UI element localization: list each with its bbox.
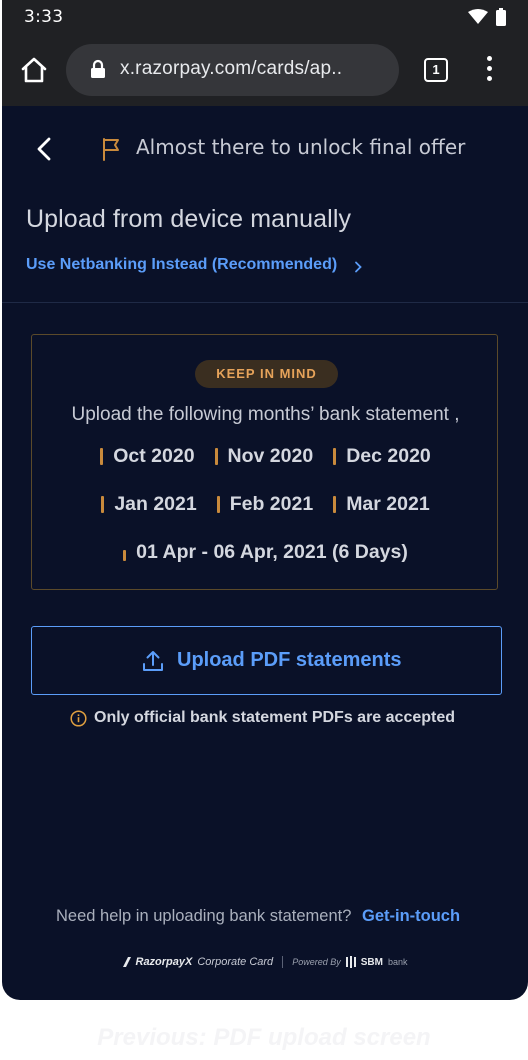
keep-in-mind-card: KEEP IN MIND Upload the following months… [31,334,498,590]
chevron-right-icon[interactable] [353,261,363,273]
status-icons [468,8,506,26]
month-item: Dec 2020 [333,445,431,468]
info-icon [70,709,87,727]
screen-caption: Previous: PDF upload screen [97,1024,431,1051]
status-bar: 3:33 [2,0,528,34]
month-item: Oct 2020 [100,445,195,468]
address-bar[interactable]: x.razorpay.com/cards/ap.. [66,44,399,96]
flag-icon [103,138,119,161]
brand-separator [282,956,284,968]
month-item: Mar 2021 [333,493,430,516]
battery-icon [496,8,506,26]
brand-product: Corporate Card [197,956,274,968]
month-row: Oct 2020 Nov 2020 Dec 2020 [32,445,499,468]
divider [2,302,528,303]
wifi-icon [468,9,488,24]
upload-button-label: Upload PDF statements [177,649,402,671]
sbm-logo-icon [345,956,356,968]
month-item: Jan 2021 [101,493,197,516]
page-title: Upload from device manually [26,205,352,233]
keep-in-mind-badge: KEEP IN MIND [195,360,338,388]
month-row: Jan 2021 Feb 2021 Mar 2021 [32,493,499,516]
brand-logo: RazorpayX [135,956,193,968]
lock-icon [91,59,105,78]
partial-period-row: 01 Apr - 06 Apr, 2021 (6 Days) [32,541,499,564]
url-text: x.razorpay.com/cards/ap.. [120,58,343,79]
powered-by-text: Powered By [292,957,341,967]
help-text: Need help in uploading bank statement? [56,907,352,925]
upload-note: Only official bank statement PDFs are ac… [70,709,455,727]
phone-screen: 3:33 x.razorpay.com/cards/ap.. 1 Almost … [2,0,528,1000]
month-item: Nov 2020 [214,445,313,468]
upload-note-text: Only official bank statement PDFs are ac… [94,709,456,726]
razorpay-logo-icon [122,957,131,967]
month-item: Feb 2021 [216,493,313,516]
brand-footer: RazorpayX Corporate Card Powered By SBM … [2,956,528,968]
instruction-text: Upload the following months’ bank statem… [71,404,460,425]
netbanking-link[interactable]: Use Netbanking Instead (Recommended) [26,256,337,274]
get-in-touch-link[interactable]: Get-in-touch [362,907,460,925]
partial-period-item: 01 Apr - 06 Apr, 2021 (6 Days) [123,541,408,564]
partner-suffix: bank [387,957,408,967]
upload-icon [143,651,163,671]
more-menu-icon[interactable] [482,56,496,84]
home-icon[interactable] [20,56,48,84]
tabs-button[interactable]: 1 [424,58,448,82]
partner-name: SBM [360,956,383,968]
back-arrow-icon[interactable] [34,136,56,162]
status-time: 3:33 [24,7,64,27]
browser-toolbar: x.razorpay.com/cards/ap.. 1 [2,34,528,106]
help-row: Need help in uploading bank statement? G… [56,907,460,926]
upload-pdf-button[interactable]: Upload PDF statements [31,626,502,695]
offer-progress-text: Almost there to unlock final offer [136,135,466,159]
